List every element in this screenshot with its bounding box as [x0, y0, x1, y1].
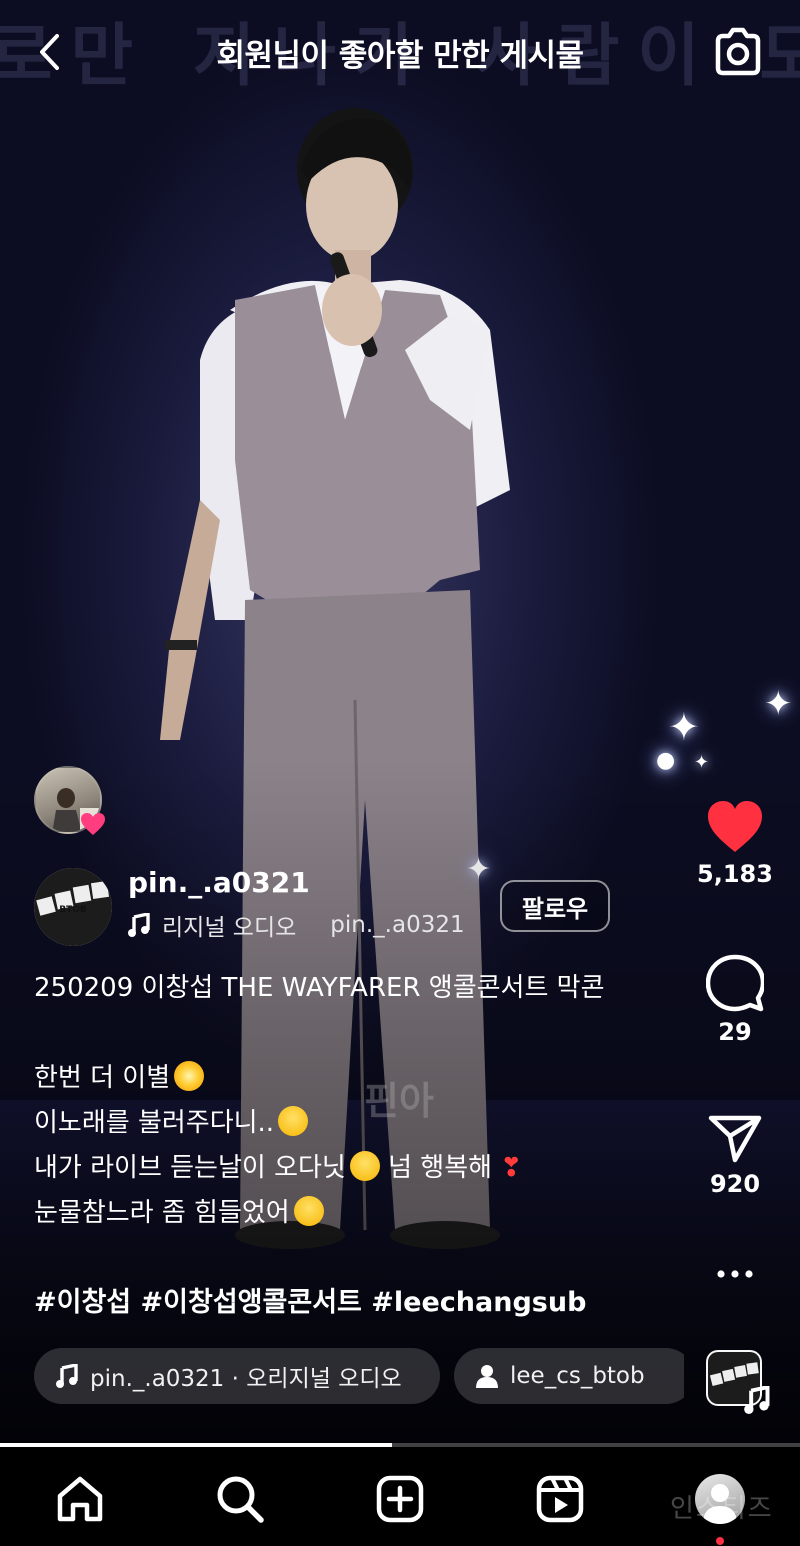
comment-action: 29	[690, 954, 780, 1046]
svg-text:BTOB: BTOB	[59, 905, 87, 915]
audio-author: pin._.a0321	[330, 912, 465, 938]
bottom-nav: 인스티즈	[0, 1447, 800, 1546]
caption-line: 한번 더 이별	[34, 1056, 694, 1101]
tagged-user-label: lee_cs_btob	[510, 1363, 645, 1389]
audio-row[interactable]: 리지널 오디오 pin._.a0321	[128, 908, 468, 942]
btob-logo-icon: BTOB	[34, 868, 112, 946]
nav-search[interactable]	[210, 1469, 270, 1529]
share-count: 920	[709, 1170, 761, 1198]
reels-icon	[536, 1475, 584, 1523]
send-icon[interactable]	[707, 1114, 763, 1164]
pleading-face-emoji-icon	[278, 1106, 309, 1136]
top-bar: 회원님이 좋아할 만한 게시물	[0, 0, 800, 100]
heart-icon[interactable]	[706, 800, 764, 854]
music-note-icon	[56, 1364, 78, 1388]
tagged-user-chip[interactable]: lee_cs_btob	[454, 1348, 684, 1404]
page-title: 회원님이 좋아할 만한 게시물	[216, 38, 584, 74]
red-heart-exclamation-icon: ❣	[500, 1153, 523, 1183]
nav-reels[interactable]	[530, 1469, 590, 1529]
audio-label: 리지널 오디오	[162, 915, 297, 941]
star-emoji-icon	[174, 1061, 205, 1091]
nav-home[interactable]	[50, 1469, 110, 1529]
nav-create[interactable]	[370, 1469, 430, 1529]
camera-button[interactable]	[710, 24, 766, 80]
comment-count: 29	[718, 1018, 752, 1046]
sparkle: ✦	[764, 684, 793, 724]
author-avatar[interactable]: BTOB	[34, 868, 112, 946]
audio-chip[interactable]: pin._.a0321 · 오리지널 오디오	[34, 1348, 440, 1404]
post-caption[interactable]: 250209 이창섭 THE WAYFARER 앵콜콘서트 막콘 한번 더 이별…	[34, 966, 694, 1236]
create-icon	[376, 1475, 424, 1523]
caption-line: 눈물참느라 좀 힘들었어	[34, 1191, 694, 1236]
search-icon	[217, 1476, 264, 1523]
like-action: 5,183	[690, 800, 780, 888]
notification-dot	[716, 1537, 724, 1545]
share-action: 920	[690, 1114, 780, 1198]
heart-badge-icon	[81, 813, 105, 835]
follow-button[interactable]: 팔로우	[500, 880, 610, 932]
home-icon	[57, 1476, 103, 1522]
music-note-icon	[744, 1386, 770, 1414]
chip-row: pin._.a0321 · 오리지널 오디오 lee_cs_btob	[34, 1348, 684, 1404]
site-watermark: 인스티즈	[670, 1494, 774, 1524]
caption-title: 250209 이창섭 THE WAYFARER 앵콜콘서트 막콘	[34, 973, 605, 1003]
pleading-face-emoji-icon	[349, 1151, 380, 1181]
sparkle: ✦	[668, 705, 700, 749]
person-icon	[476, 1364, 498, 1388]
caption-line: 이노래를 불러주다니..	[34, 1101, 694, 1146]
more-horizontal-icon[interactable]	[715, 1268, 755, 1280]
crying-face-emoji-icon	[293, 1196, 324, 1226]
caption-line: 내가 라이브 듣는날이 오다닛 넘 행복해 ❣	[34, 1151, 523, 1183]
hashtags[interactable]: #이창섭 #이창섭앵콜콘서트 #leechangsub	[34, 1280, 586, 1319]
like-count: 5,183	[697, 860, 773, 888]
camera-icon	[715, 27, 761, 76]
author-username[interactable]: pin._.a0321	[128, 866, 310, 899]
music-note-icon	[128, 913, 150, 937]
more-action	[690, 1268, 780, 1280]
comment-icon[interactable]	[706, 954, 764, 1012]
audio-chip-label: pin._.a0321 · 오리지널 오디오	[90, 1366, 402, 1392]
